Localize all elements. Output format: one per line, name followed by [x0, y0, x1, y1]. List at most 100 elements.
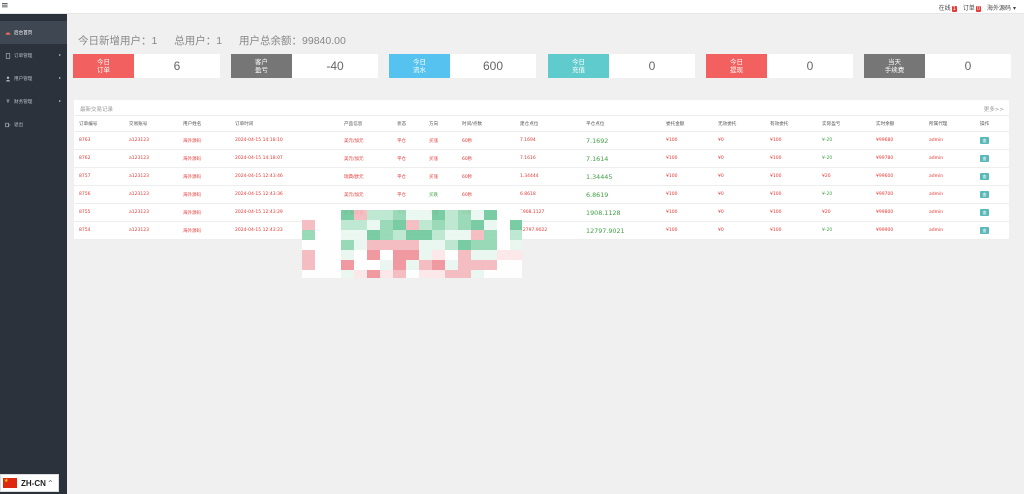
- cell-amount: ¥100: [666, 174, 678, 179]
- orders-count-badge: 0: [975, 5, 982, 12]
- column-header: 有效委托: [770, 121, 789, 127]
- stat-value: 0: [648, 59, 656, 73]
- cell-operation: 查: [980, 132, 989, 149]
- view-button[interactable]: 查: [980, 137, 989, 144]
- cell-operation: 查: [980, 186, 989, 203]
- language-selector[interactable]: ZH-CN ^: [0, 474, 59, 492]
- sidebar-item-label: 财务管理: [14, 99, 33, 105]
- sidebar-item-4[interactable]: 退出: [0, 113, 67, 136]
- cell-amount: ¥100: [666, 210, 678, 215]
- cell-time: 2024-04-15 12:43:29: [235, 210, 283, 215]
- cell-operation: 查: [980, 222, 989, 239]
- view-button[interactable]: 查: [980, 155, 989, 162]
- table-body: 8763 a123123 海外源码 2024-04-15 14:18:10 美元/加元平…: [74, 132, 1009, 240]
- cell-pnl: ¥-20: [822, 192, 833, 197]
- yen-icon: ¥: [6, 98, 10, 105]
- total-balance: 用户总余额：99840.00: [239, 35, 346, 47]
- cell-pnl: ¥-20: [822, 228, 833, 233]
- online-count-badge: 1: [951, 5, 957, 12]
- cell-account: a123123: [129, 156, 149, 161]
- cell-close: 7.1692: [586, 136, 609, 145]
- cell-id: 8762: [79, 156, 91, 161]
- user-name: 海外源码: [987, 4, 1012, 12]
- total-users: 总用户：1: [174, 35, 223, 47]
- chevron-right-icon: ▸: [58, 75, 61, 80]
- cell-balance: ¥99780: [876, 156, 894, 161]
- cell-operation: 查: [980, 204, 989, 221]
- dashboard-icon: [5, 30, 11, 36]
- column-header: 实时余额: [876, 121, 895, 127]
- sidebar-item-1[interactable]: 订单管理 ▸: [0, 44, 67, 67]
- view-button[interactable]: 查: [980, 173, 989, 180]
- online-indicator[interactable]: 在线 1: [939, 3, 957, 12]
- stat-card-3: 今日 充值 0: [548, 54, 695, 78]
- cell-id: 8755: [79, 210, 91, 215]
- stat-label: 今日 充值: [548, 54, 609, 78]
- stat-card-5: 当天 手续费 0: [864, 54, 1011, 78]
- cell-invalid: ¥0: [718, 174, 724, 179]
- cell-pnl: ¥20: [822, 174, 831, 179]
- cell-valid: ¥100: [770, 174, 782, 179]
- more-link[interactable]: 更多>>: [984, 105, 1004, 113]
- table-row: 8757 a123123 海外源码 2024-04-15 12:43:46 瑞典/欧元 平…: [74, 168, 1009, 186]
- chevron-down-icon: ▾: [1012, 4, 1016, 12]
- chevron-right-icon: ▸: [58, 52, 61, 57]
- cell-time: 2024-04-15 14:18:10: [235, 138, 283, 143]
- new-users-today: 今日新增用户：1: [78, 35, 158, 47]
- cell-open: 7.1616: [520, 156, 536, 161]
- user-menu[interactable]: 海外源码 ▾: [987, 3, 1016, 12]
- cell-valid: ¥100: [770, 138, 782, 143]
- cell-open: 12797.9022: [520, 228, 548, 233]
- stat-label: 客户 盈亏: [231, 54, 292, 78]
- cell-agent: admin: [929, 138, 944, 143]
- column-header: 所属代理: [929, 121, 948, 127]
- sidebar-item-3[interactable]: ¥ 财务管理 ▸: [0, 90, 67, 113]
- column-header: 用户姓名: [183, 121, 202, 127]
- cell-name: 海外源码: [183, 156, 201, 162]
- cell-product: 美元/加元: [344, 192, 364, 198]
- cell-invalid: ¥0: [718, 192, 724, 197]
- cell-operation: 查: [980, 168, 989, 185]
- view-button[interactable]: 查: [980, 191, 989, 198]
- cell-close: 1.34445: [586, 172, 613, 181]
- stat-card-4: 今日 提现 0: [706, 54, 853, 78]
- view-button[interactable]: 查: [980, 209, 989, 216]
- cell-invalid: ¥0: [718, 210, 724, 215]
- user-icon: [5, 76, 11, 82]
- stat-value: 0: [806, 59, 814, 73]
- cell-open: 6.8618: [520, 192, 536, 197]
- cell-name: 海外源码: [183, 228, 201, 234]
- orders-indicator[interactable]: 订单 0: [963, 3, 982, 12]
- chevron-up-icon: ^: [47, 479, 53, 487]
- exit-icon: [5, 122, 11, 128]
- cell-amount: ¥100: [666, 228, 678, 233]
- top-right-nav: 在线 1 订单 0 海外源码 ▾: [939, 0, 1016, 14]
- column-header: 平仓点位: [586, 121, 605, 127]
- cell-balance: ¥99900: [876, 228, 894, 233]
- sidebar-item-2[interactable]: 用户管理 ▸: [0, 67, 67, 90]
- chevron-right-icon: ▸: [58, 98, 61, 103]
- column-header: 产品信息: [344, 121, 363, 127]
- column-header: 委托金额: [666, 121, 685, 127]
- cell-pnl: ¥-20: [822, 156, 833, 161]
- menu-toggle-icon[interactable]: ≡: [1, 1, 9, 11]
- document-icon: [5, 52, 11, 59]
- cell-period: 60秒: [462, 192, 473, 198]
- cell-agent: admin: [929, 192, 944, 197]
- cell-agent: admin: [929, 156, 944, 161]
- language-code: ZH-CN: [21, 478, 46, 488]
- sidebar-item-0[interactable]: 后台首页: [0, 21, 67, 44]
- stat-value: 600: [482, 59, 504, 73]
- cell-balance: ¥99800: [876, 210, 894, 215]
- view-button[interactable]: 查: [980, 227, 989, 234]
- trades-panel-header: 最新交易记录 更多>>: [74, 100, 1009, 116]
- sidebar-item-label: 退出: [14, 122, 24, 128]
- cell-invalid: ¥0: [718, 228, 724, 233]
- cell-time: 2024-04-15 12:43:23: [235, 228, 283, 233]
- cell-direction: 买涨: [429, 174, 438, 180]
- cell-valid: ¥100: [770, 192, 782, 197]
- trades-panel-title: 最新交易记录: [80, 107, 114, 113]
- cell-close: 12797.9021: [586, 226, 625, 235]
- cell-account: a123123: [129, 174, 149, 179]
- cell-valid: ¥100: [770, 210, 782, 215]
